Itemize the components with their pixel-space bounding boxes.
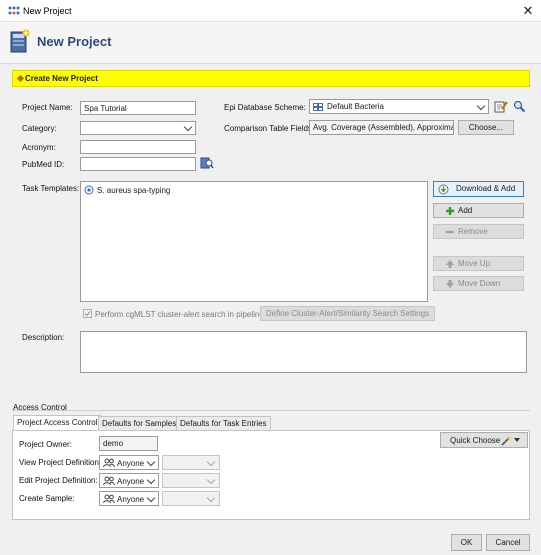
owner-label: Project Owner:: [19, 440, 72, 449]
search-scheme-icon[interactable]: [513, 100, 526, 113]
section-divider: [12, 410, 530, 411]
plus-icon: [446, 207, 454, 215]
cgmlst-label: Perform cgMLST cluster-alert search in p…: [95, 310, 268, 319]
chevron-down-icon: [146, 475, 156, 485]
edit-definition-secondary-select: [162, 473, 220, 488]
people-icon: [103, 494, 115, 504]
comparison-fields-label: Comparison Table Fields:: [224, 124, 315, 133]
description-textarea[interactable]: [80, 331, 527, 373]
add-button[interactable]: Add: [433, 203, 524, 218]
pubmed-lookup-icon[interactable]: [200, 157, 214, 169]
epi-scheme-select[interactable]: Default Bacteria: [309, 99, 489, 114]
tab-defaults-for-task-entries[interactable]: Defaults for Task Entries: [176, 416, 271, 430]
app-icon: [8, 6, 20, 15]
create-sample-label: Create Sample:: [19, 494, 75, 503]
move-down-label: Move Down: [458, 279, 501, 288]
task-template-icon: [84, 185, 94, 195]
pubmed-label: PubMed ID:: [22, 160, 65, 169]
magic-wand-icon: [501, 435, 512, 446]
arrow-down-icon: [446, 280, 454, 288]
minus-icon: [446, 230, 454, 234]
move-up-button[interactable]: Move Up: [433, 256, 524, 271]
project-book-icon: [10, 29, 30, 53]
header-title: New Project: [37, 34, 112, 49]
dialog-header: New Project: [0, 22, 541, 64]
move-up-label: Move Up: [458, 259, 491, 268]
chevron-down-icon: [206, 493, 216, 503]
chevron-down-icon: [206, 457, 216, 467]
task-template-label: S. aureus spa-typing: [97, 186, 171, 195]
tab-project-access-control[interactable]: Project Access Control: [13, 415, 102, 430]
project-name-label: Project Name:: [22, 103, 73, 112]
add-label: Add: [458, 206, 473, 215]
move-down-button[interactable]: Move Down: [433, 276, 524, 291]
description-label: Description:: [22, 333, 65, 342]
cgmlst-checkbox[interactable]: [83, 309, 92, 318]
epi-scheme-label: Epi Database Scheme:: [224, 103, 306, 112]
download-add-label: Download & Add: [456, 184, 516, 193]
edit-definition-value: Anyone: [117, 477, 145, 486]
remove-label: Remove: [458, 227, 488, 236]
choose-button[interactable]: Choose...: [458, 120, 514, 135]
task-templates-label: Task Templates:: [22, 184, 80, 193]
create-project-banner: Create New Project: [12, 70, 530, 87]
pubmed-input[interactable]: [80, 157, 196, 171]
title-bar: New Project ✕: [0, 0, 541, 22]
chevron-down-icon: [476, 101, 486, 111]
project-name-input[interactable]: Spa Tutorial: [80, 101, 196, 115]
database-icon: [313, 103, 323, 111]
view-definition-value: Anyone: [117, 459, 145, 468]
chevron-down-icon: [146, 493, 156, 503]
chevron-down-icon: [146, 457, 156, 467]
download-icon: [438, 184, 449, 195]
task-templates-list[interactable]: S. aureus spa-typing: [80, 181, 428, 302]
view-definition-select[interactable]: Anyone: [99, 455, 159, 470]
category-select[interactable]: [80, 121, 196, 135]
acronym-label: Acronym:: [22, 143, 56, 152]
edit-definition-label: Edit Project Definition:: [19, 476, 98, 485]
checkmark-icon: [84, 311, 91, 317]
category-label: Category:: [22, 124, 57, 133]
edit-definition-select[interactable]: Anyone: [99, 473, 159, 488]
chevron-down-icon: [183, 122, 193, 132]
cancel-button[interactable]: Cancel: [486, 534, 530, 551]
acronym-input[interactable]: [80, 140, 196, 154]
download-add-button[interactable]: Download & Add: [433, 181, 524, 197]
access-tabs: Project Access Control Defaults for Samp…: [13, 415, 313, 431]
owner-field: demo: [99, 436, 158, 451]
create-sample-secondary-select: [162, 491, 220, 506]
quick-choose-button[interactable]: Quick Choose: [440, 432, 528, 448]
remove-button[interactable]: Remove: [433, 224, 524, 239]
epi-scheme-value: Default Bacteria: [327, 102, 384, 111]
tab-defaults-for-samples[interactable]: Defaults for Samples: [98, 416, 181, 430]
caret-down-icon: [514, 438, 520, 442]
chevron-down-icon: [206, 475, 216, 485]
view-definition-secondary-select: [162, 455, 220, 470]
window-title: New Project: [23, 6, 72, 16]
comparison-fields-input: Avg. Coverage (Assembled), Approximate: [309, 120, 454, 135]
close-icon[interactable]: ✕: [519, 3, 537, 19]
diamond-icon: [16, 74, 25, 83]
create-sample-select[interactable]: Anyone: [99, 491, 159, 506]
create-sample-value: Anyone: [117, 495, 145, 504]
view-definition-label: View Project Definition:: [19, 458, 102, 467]
people-icon: [103, 458, 115, 468]
banner-text: Create New Project: [25, 74, 98, 83]
quick-choose-label: Quick Choose: [450, 436, 501, 445]
ok-button[interactable]: OK: [451, 534, 482, 551]
people-icon: [103, 476, 115, 486]
edit-scheme-icon[interactable]: [494, 100, 508, 113]
arrow-up-icon: [446, 260, 454, 268]
cluster-settings-button[interactable]: Define Cluster-Alert/Similarity Search S…: [260, 306, 435, 321]
